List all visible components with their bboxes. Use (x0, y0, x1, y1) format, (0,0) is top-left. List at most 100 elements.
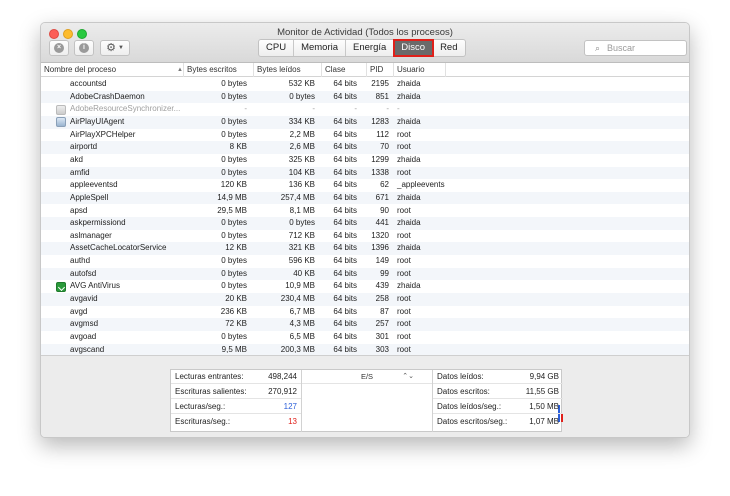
cell-process-name: apsd (70, 205, 88, 215)
tab-cpu[interactable]: CPU (259, 40, 295, 56)
table-row[interactable]: AssetCacheLocatorService 12 KB 321 KB 64 bi… (41, 242, 689, 256)
cell-kind: 64 bits (333, 319, 357, 329)
table-row[interactable]: avgmsd 72 KB 4,3 MB 64 bits 257 root (41, 318, 689, 331)
cell-user: - (397, 104, 400, 114)
table-row[interactable]: avgavid 20 KB 230,4 MB 64 bits 258 root (41, 293, 689, 306)
stat-value: 11,55 GB (525, 387, 559, 396)
cell-bytes-read: 0 bytes (289, 91, 315, 101)
stop-process-icon: × (54, 43, 64, 53)
stat-label: Lecturas/seg.: (175, 402, 226, 411)
cell-bytes-written: 0 bytes (221, 218, 247, 228)
stat-reads-in: Lecturas entrantes: 498,244 (171, 370, 301, 384)
stat-label: Escrituras/seg.: (175, 417, 231, 426)
table-row[interactable]: autofsd 0 bytes 40 KB 64 bits 99 root (41, 267, 689, 281)
column-header-bytes-read[interactable]: Bytes leídos (254, 63, 322, 77)
cell-pid: 257 (375, 319, 389, 329)
table-row[interactable]: AdobeResourceSynchronizer... - - - - - (41, 103, 689, 116)
stat-writes-per-sec: Escrituras/seg.: 13 (171, 415, 301, 429)
cell-bytes-written: 14,9 MB (217, 192, 247, 202)
table-row[interactable]: AVG AntiVirus 0 bytes 10,9 MB 64 bits 439 zha… (41, 280, 689, 293)
cell-kind: 64 bits (333, 256, 357, 266)
cell-pid: 441 (375, 218, 389, 228)
table-row[interactable]: akd 0 bytes 325 KB 64 bits 1299 zhaida (41, 154, 689, 167)
column-header-bytes-written[interactable]: Bytes escritos (184, 63, 254, 77)
cell-bytes-written: 236 KB (220, 306, 247, 316)
cell-bytes-read: 40 KB (293, 268, 315, 278)
cell-user: zhaida (397, 154, 421, 164)
cell-process-name: avgmsd (70, 319, 99, 329)
cell-bytes-read: 2,6 MB (289, 142, 315, 152)
table-row[interactable]: AdobeCrashDaemon 0 bytes 0 bytes 64 bits 851… (41, 90, 689, 104)
table-row[interactable]: askpermissiond 0 bytes 0 bytes 64 bits 441 zh… (41, 217, 689, 230)
table-row[interactable]: appleeventsd 120 KB 136 KB 64 bits 62 _applee… (41, 179, 689, 192)
cell-process-name: authd (70, 256, 91, 266)
cell-user: zhaida (397, 281, 421, 291)
summary-area: Lecturas entrantes: 498,244 Escrituras s… (41, 355, 689, 437)
disk-summary-panel: Lecturas entrantes: 498,244 Escrituras s… (170, 369, 563, 432)
graph-mode-stepper-icon[interactable]: ⌃⌄ (402, 370, 414, 384)
table-row[interactable]: accountsd 0 bytes 532 KB 64 bits 2195 zhaida (41, 78, 689, 91)
cell-bytes-read: 596 KB (288, 256, 315, 266)
table-row[interactable]: avgd 236 KB 6,7 MB 64 bits 87 root (41, 306, 689, 319)
cell-bytes-read: 230,4 MB (280, 294, 315, 304)
stop-process-button[interactable]: × (49, 40, 69, 56)
column-header-kind[interactable]: Clase (322, 63, 367, 77)
stat-data-written-per-sec: Datos escritos/seg.: 1,07 MB (433, 415, 563, 429)
table-row[interactable]: authd 0 bytes 596 KB 64 bits 149 root (41, 255, 689, 268)
cell-user: zhaida (397, 91, 421, 101)
tab-energy[interactable]: Energía (346, 40, 395, 56)
table-row[interactable]: AirPlayXPCHelper 0 bytes 2,2 MB 64 bits 112 r… (41, 129, 689, 142)
gear-icon: ⚙ (106, 41, 116, 54)
cell-process-name: AdobeCrashDaemon (70, 91, 145, 101)
cell-bytes-read: 6,5 MB (289, 332, 315, 341)
cell-bytes-written: 0 bytes (221, 129, 247, 139)
inspect-process-button[interactable]: i (74, 40, 94, 56)
tab-network[interactable]: Red (433, 40, 464, 56)
io-graph-label: E/S (360, 372, 374, 381)
cell-bytes-read: 0 bytes (289, 218, 315, 228)
table-row[interactable]: avgoad 0 bytes 6,5 MB 64 bits 301 root (41, 331, 689, 344)
table-row[interactable]: airportd 8 KB 2,6 MB 64 bits 70 root (41, 141, 689, 154)
column-header-user[interactable]: Usuario (394, 63, 446, 77)
cell-bytes-written: 12 KB (225, 243, 247, 253)
table-row[interactable]: apsd 29,5 MB 8,1 MB 64 bits 90 root (41, 205, 689, 218)
cell-process-name: accountsd (70, 79, 107, 88)
app-icon (56, 104, 66, 115)
cell-bytes-written: 0 bytes (221, 91, 247, 101)
cell-process-name: amfid (70, 167, 90, 177)
cell-pid: 1299 (371, 154, 389, 164)
cell-user: zhaida (397, 243, 421, 253)
cell-bytes-written: 0 bytes (221, 230, 247, 240)
cell-pid: 112 (376, 129, 389, 139)
table-row[interactable]: AirPlayUIAgent 0 bytes 334 KB 64 bits 1283 zh… (41, 115, 689, 129)
cell-bytes-written: 0 bytes (221, 116, 247, 126)
stat-label: Datos escritos/seg.: (437, 417, 508, 426)
table-row[interactable]: AppleSpell 14,9 MB 257,4 MB 64 bits 671 zhaid… (41, 191, 689, 205)
cell-user: root (397, 319, 411, 329)
column-header-name[interactable]: Nombre del proceso (41, 63, 184, 77)
cell-bytes-read: 325 KB (288, 154, 315, 164)
chevron-down-icon: ▼ (117, 45, 124, 51)
cell-kind: 64 bits (333, 268, 357, 278)
column-header-pid[interactable]: PID (367, 63, 394, 77)
window-title: Monitor de Actividad (Todos los procesos… (277, 27, 453, 38)
cell-user: _appleevents (397, 180, 445, 190)
stat-label: Datos leídos/seg.: (437, 402, 502, 411)
cell-kind: 64 bits (333, 243, 357, 253)
cell-bytes-written: 72 KB (225, 319, 247, 329)
table-row[interactable]: aslmanager 0 bytes 712 KB 64 bits 1320 root (41, 230, 689, 243)
tab-memory[interactable]: Memoria (294, 40, 347, 56)
cell-process-name: AdobeResourceSynchronizer... (70, 104, 181, 114)
cell-kind: 64 bits (333, 154, 357, 164)
cell-process-name: AirPlayXPCHelper (70, 129, 136, 139)
tab-disk[interactable]: Disco (393, 39, 435, 57)
cell-process-name: autofsd (70, 268, 97, 278)
cell-user: root (397, 268, 411, 278)
cell-user: root (397, 230, 411, 240)
cell-kind: 64 bits (333, 180, 357, 190)
table-row[interactable]: amfid 0 bytes 104 KB 64 bits 1338 root (41, 166, 689, 180)
action-menu-button[interactable]: ⚙ ▼ (100, 40, 130, 56)
cell-bytes-read: 532 KB (288, 79, 315, 88)
cell-pid: 671 (375, 192, 389, 202)
search-field[interactable]: ⌕ Buscar (584, 40, 687, 56)
